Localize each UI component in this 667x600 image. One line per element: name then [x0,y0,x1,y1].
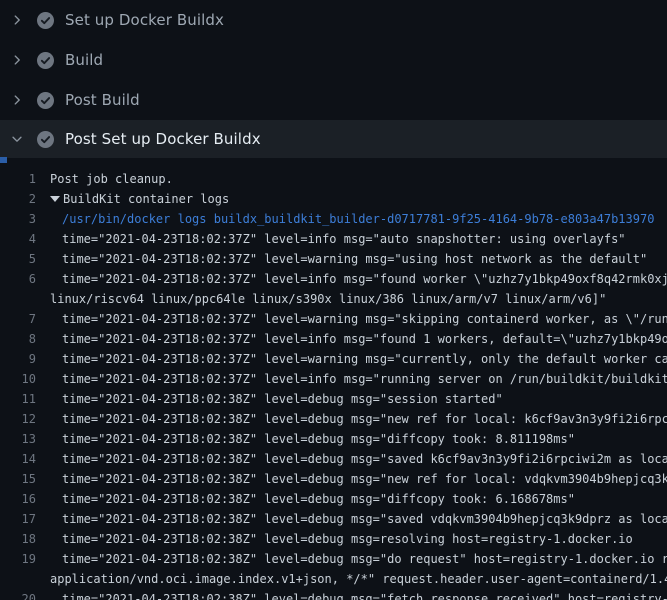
log-line: 8 time="2021-04-23T18:02:37Z" level=info… [0,329,667,349]
line-number[interactable]: 20 [0,589,36,600]
log-text: time="2021-04-23T18:02:37Z" level=warnin… [62,249,647,269]
log-text: time="2021-04-23T18:02:38Z" level=debug … [62,589,667,600]
steps-list: Set up Docker Buildx Build Post Build [0,0,667,158]
line-number[interactable]: 19 [0,549,36,569]
line-number[interactable]: 5 [0,249,36,269]
log-line: 11 time="2021-04-23T18:02:38Z" level=deb… [0,389,667,409]
log-text: time="2021-04-23T18:02:37Z" level=info m… [62,369,667,389]
workflow-step[interactable]: Post Build [0,80,667,120]
chevron-right-icon [10,53,24,67]
log-text: time="2021-04-23T18:02:38Z" level=debug … [62,489,575,509]
log-text: linux/riscv64 linux/ppc64le linux/s390x … [50,289,606,309]
log-text: time="2021-04-23T18:02:38Z" level=debug … [62,429,575,449]
log-text: /usr/bin/docker logs buildx_buildkit_bui… [62,209,654,229]
line-number[interactable]: 6 [0,269,36,289]
actions-log-viewer: Set up Docker Buildx Build Post Build [0,0,667,600]
log-line: 1 Post job cleanup. [0,169,667,189]
check-circle-icon [37,12,54,29]
log-viewer[interactable]: 1 Post job cleanup. 2 BuildKit container… [0,158,667,600]
log-line: 15 time="2021-04-23T18:02:38Z" level=deb… [0,469,667,489]
log-line: 13 time="2021-04-23T18:02:38Z" level=deb… [0,429,667,449]
check-circle-icon [37,92,54,109]
log-text: time="2021-04-23T18:02:38Z" level=debug … [62,549,667,569]
log-text: time="2021-04-23T18:02:38Z" level=debug … [62,529,633,549]
log-text: Post job cleanup. [50,169,173,189]
line-number[interactable]: 9 [0,349,36,369]
workflow-step[interactable]: Set up Docker Buildx [0,0,667,40]
log-line: 4 time="2021-04-23T18:02:37Z" level=info… [0,229,667,249]
line-number[interactable]: 4 [0,229,36,249]
line-number[interactable]: 1 [0,169,36,189]
line-number[interactable]: 14 [0,449,36,469]
log-line: 3 /usr/bin/docker logs buildx_buildkit_b… [0,209,667,229]
log-line-continuation: application/vnd.oci.image.index.v1+json,… [0,569,667,589]
log-line: 17 time="2021-04-23T18:02:38Z" level=deb… [0,509,667,529]
log-text: time="2021-04-23T18:02:38Z" level=debug … [62,389,503,409]
line-number[interactable]: 17 [0,509,36,529]
log-text: time="2021-04-23T18:02:37Z" level=warnin… [62,349,667,369]
chevron-right-icon [10,13,24,27]
log-text: time="2021-04-23T18:02:37Z" level=warnin… [62,309,667,329]
chevron-right-icon [10,93,24,107]
log-line: 19 time="2021-04-23T18:02:38Z" level=deb… [0,549,667,569]
log-line: 7 time="2021-04-23T18:02:37Z" level=warn… [0,309,667,329]
log-text: time="2021-04-23T18:02:38Z" level=debug … [62,469,667,489]
log-text: time="2021-04-23T18:02:37Z" level=info m… [62,229,626,249]
step-label: Post Set up Docker Buildx [65,130,261,148]
check-circle-icon [37,131,54,148]
line-number[interactable]: 11 [0,389,36,409]
triangle-down-icon[interactable] [50,196,60,202]
step-label: Build [65,51,103,69]
line-number[interactable]: 15 [0,469,36,489]
line-number[interactable]: 7 [0,309,36,329]
log-text: time="2021-04-23T18:02:38Z" level=debug … [62,409,667,429]
log-text: time="2021-04-23T18:02:38Z" level=debug … [62,449,667,469]
log-line: 18 time="2021-04-23T18:02:38Z" level=deb… [0,529,667,549]
line-number[interactable]: 13 [0,429,36,449]
log-line-continuation: linux/riscv64 linux/ppc64le linux/s390x … [0,289,667,309]
log-text: time="2021-04-23T18:02:37Z" level=info m… [62,329,667,349]
log-text: time="2021-04-23T18:02:37Z" level=info m… [62,269,667,289]
log-line: 20 time="2021-04-23T18:02:38Z" level=deb… [0,589,667,600]
log-line: 9 time="2021-04-23T18:02:37Z" level=warn… [0,349,667,369]
workflow-step[interactable]: Post Set up Docker Buildx [0,120,667,158]
log-text: application/vnd.oci.image.index.v1+json,… [50,569,667,589]
line-number[interactable]: 2 [0,189,36,209]
log-line: 6 time="2021-04-23T18:02:37Z" level=info… [0,269,667,289]
line-number[interactable]: 3 [0,209,36,229]
log-line: 12 time="2021-04-23T18:02:38Z" level=deb… [0,409,667,429]
line-number[interactable]: 12 [0,409,36,429]
step-label: Set up Docker Buildx [65,11,224,29]
log-line: 10 time="2021-04-23T18:02:37Z" level=inf… [0,369,667,389]
check-circle-icon [37,52,54,69]
line-number[interactable]: 18 [0,529,36,549]
log-line: 5 time="2021-04-23T18:02:37Z" level=warn… [0,249,667,269]
log-line: 14 time="2021-04-23T18:02:38Z" level=deb… [0,449,667,469]
log-line: 16 time="2021-04-23T18:02:38Z" level=deb… [0,489,667,509]
focus-indicator [0,157,7,163]
log-text: BuildKit container logs [63,189,229,209]
log-line: 2 BuildKit container logs [0,189,667,209]
line-number[interactable]: 8 [0,329,36,349]
log-text: time="2021-04-23T18:02:38Z" level=debug … [62,509,667,529]
line-number[interactable]: 10 [0,369,36,389]
workflow-step[interactable]: Build [0,40,667,80]
step-label: Post Build [65,91,140,109]
line-number[interactable]: 16 [0,489,36,509]
chevron-down-icon [10,132,24,146]
